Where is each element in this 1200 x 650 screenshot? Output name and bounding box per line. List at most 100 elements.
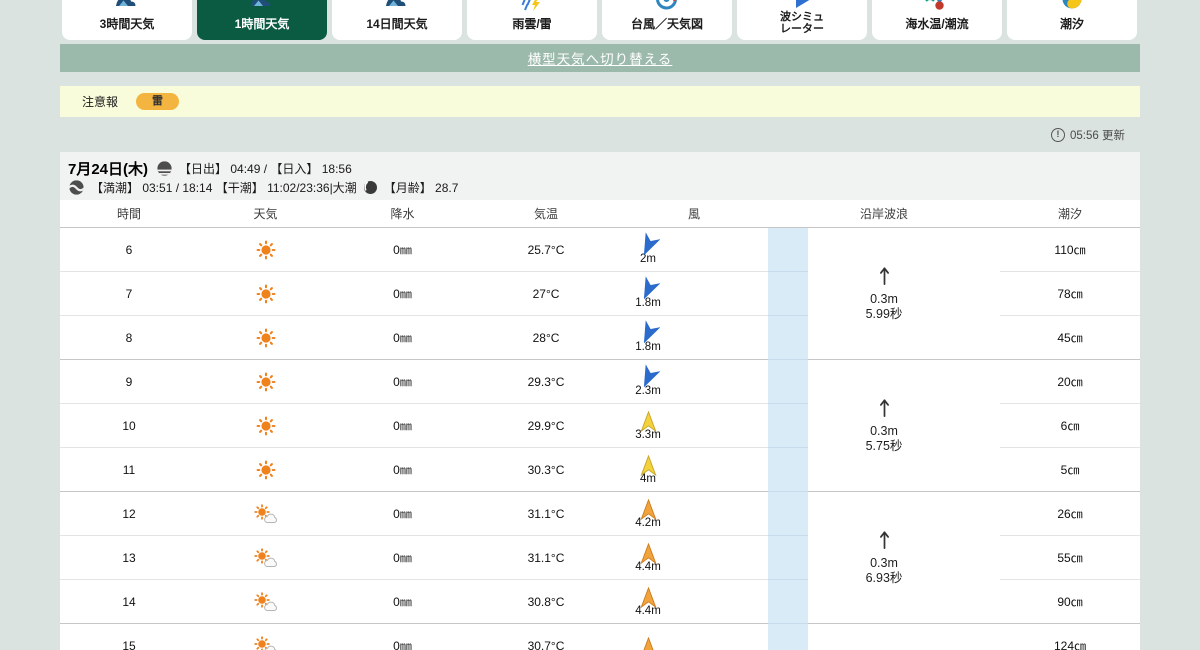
wind-cell: 2.3m: [620, 363, 768, 397]
tab-label: 台風／天気図: [630, 17, 703, 31]
tab-label: 1時間天気: [234, 17, 290, 31]
tab-label: 海水温/潮流: [905, 17, 969, 31]
weather-icon: [198, 372, 333, 392]
col-header-wind: 風: [687, 207, 700, 221]
time-cell: 12: [122, 506, 136, 521]
precip-cell: 0㎜: [393, 507, 412, 521]
moon-icon: [363, 180, 378, 195]
weather-page: 3時間天気 1時間天気 14日間天気 雨雲/雷 台風／天気図 波シミュレーター: [60, 0, 1140, 650]
wave-period-label: 5.75秒: [865, 439, 903, 453]
table-row: 14 0㎜ 30.8°C 4.4m: [60, 580, 768, 624]
sun-times: 【日出】 04:49 / 【日入】 18:56: [179, 162, 352, 176]
tide-cell: 20㎝: [1000, 360, 1140, 404]
info-icon[interactable]: !: [1051, 127, 1066, 142]
tab-label: 14日間天気: [366, 17, 428, 31]
time-cell: 11: [122, 462, 136, 477]
tide-times: 【満潮】 03:51 / 18:14 【干潮】 11:02/23:36|大潮: [91, 181, 357, 195]
temp-cell: 30.8°C: [527, 594, 565, 609]
temp-cell: 30.3°C: [527, 462, 565, 477]
time-cell: 7: [125, 286, 133, 301]
col-header-time: 時間: [116, 207, 141, 221]
wind-direction-icon: [638, 454, 659, 476]
tab-3hour[interactable]: 3時間天気: [62, 0, 192, 40]
tide-column: 110㎝ 78㎝ 45㎝ 20㎝ 6㎝ 5㎝ 26㎝ 55㎝ 90㎝ 124㎝: [1000, 228, 1140, 650]
weather-icon: [198, 416, 333, 436]
temp-cell: 27°C: [532, 286, 560, 301]
tide-wave-icon: [68, 179, 85, 196]
tab-wave-sim[interactable]: 波シミュ レーター: [737, 0, 867, 40]
table-row: 6 0㎜ 25.7°C 2m: [60, 228, 768, 272]
precip-cell: 0㎜: [393, 331, 412, 345]
switch-layout-link[interactable]: 横型天気へ切り替える: [528, 48, 673, 68]
table-row: 13 0㎜ 31.1°C 4.4m: [60, 536, 768, 580]
wind-cell: 2m: [620, 231, 768, 265]
advisory-label: 注意報: [82, 95, 119, 109]
temp-cell: 30.7°C: [527, 638, 565, 650]
tide-cell: 5㎝: [1000, 448, 1140, 492]
tide-cell: 110㎝: [1000, 228, 1140, 272]
advisory-badge-thunder[interactable]: 雷: [136, 93, 180, 110]
tab-icon: [384, 0, 410, 12]
tab-1hour[interactable]: 1時間天気: [197, 0, 327, 40]
tab-tide[interactable]: 潮汐: [1007, 0, 1137, 40]
wave-direction-icon: [878, 397, 891, 422]
tab-icon: [654, 0, 680, 12]
wind-direction-icon: [638, 319, 660, 344]
table-row: 11 0㎜ 30.3°C 4m: [60, 448, 768, 492]
wind-cell: 1.8m: [620, 275, 768, 309]
precip-cell: 0㎜: [393, 375, 412, 389]
moon-age: 【月齢】 28.7: [383, 181, 459, 195]
tab-raincloud[interactable]: 雨雲/雷: [467, 0, 597, 40]
wave-height-label: 0.3m: [870, 292, 898, 306]
temp-cell: 28°C: [532, 330, 560, 345]
table-row: 9 0㎜ 29.3°C 2.3m: [60, 360, 768, 404]
tab-label: 波シミュ レーター: [780, 11, 824, 36]
col-header-precip: 降水: [390, 207, 415, 221]
wind-direction-icon: [638, 275, 660, 300]
time-cell: 9: [125, 374, 133, 389]
wave-direction-icon: [878, 529, 891, 554]
tide-cell: 90㎝: [1000, 580, 1140, 624]
wind-cell: 4.4m: [620, 542, 768, 573]
wave-height-label: 0.3m: [870, 556, 898, 570]
wind-cell: 3.3m: [620, 410, 768, 441]
coastal-wave-column: 0.3m 5.99秒 0.3m 5.75秒 0.3m 6.93秒: [768, 228, 1000, 650]
time-cell: 10: [122, 418, 136, 433]
tab-icon: [519, 0, 545, 12]
wave-height-label: 0.3m: [870, 424, 898, 438]
date-header: 7月24日(木) 【日出】 04:49 / 【日入】 18:56 【満潮】 03…: [60, 152, 1140, 200]
time-cell: 6: [125, 242, 133, 257]
temp-cell: 29.3°C: [527, 374, 565, 389]
forecast-table: 6 0㎜ 25.7°C 2m 7 0㎜ 27°C 1.8m 8 0㎜ 28°C …: [60, 228, 1140, 650]
precip-cell: 0㎜: [393, 419, 412, 433]
wind-cell: 4.4m: [620, 586, 768, 617]
weather-icon: [198, 328, 333, 348]
wind-direction-icon: [638, 498, 659, 520]
time-cell: 15: [122, 638, 136, 650]
tide-cell: 78㎝: [1000, 272, 1140, 316]
tab-icon: [114, 0, 140, 12]
weather-tab-bar: 3時間天気 1時間天気 14日間天気 雨雲/雷 台風／天気図 波シミュレーター: [62, 0, 1140, 40]
tide-cell: 124㎝: [1000, 624, 1140, 650]
table-row: 7 0㎜ 27°C 1.8m: [60, 272, 768, 316]
tab-typhoon[interactable]: 台風／天気図: [602, 0, 732, 40]
tab-sea-temp[interactable]: 海水温/潮流: [872, 0, 1002, 40]
hourly-rows: 6 0㎜ 25.7°C 2m 7 0㎜ 27°C 1.8m 8 0㎜ 28°C …: [60, 228, 768, 650]
wind-direction-icon: [638, 636, 659, 650]
time-cell: 14: [122, 594, 136, 609]
tab-icon: [1059, 0, 1085, 12]
update-time-row: ! 05:56 更新: [60, 117, 1140, 152]
tab-label: 3時間天気: [99, 17, 155, 31]
col-header-weather: 天気: [253, 207, 278, 221]
weather-icon: [198, 547, 333, 568]
table-row: 15 0㎜ 30.7°C: [60, 624, 768, 650]
weather-icon: [198, 503, 333, 524]
wind-cell: [620, 636, 768, 650]
wind-cell: 1.8m: [620, 319, 768, 353]
tide-cell: 45㎝: [1000, 316, 1140, 360]
col-header-temp: 気温: [533, 207, 558, 221]
tide-cell: 6㎝: [1000, 404, 1140, 448]
tab-14day[interactable]: 14日間天気: [332, 0, 462, 40]
wind-direction-icon: [638, 231, 660, 256]
temp-cell: 31.1°C: [527, 550, 565, 565]
